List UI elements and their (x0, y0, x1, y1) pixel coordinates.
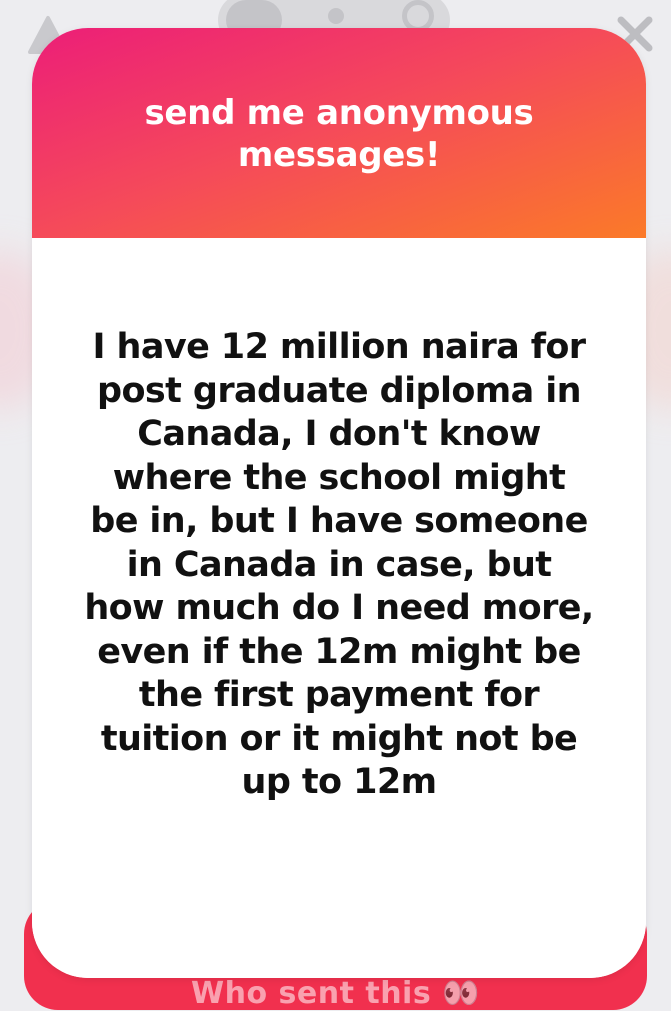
who-sent-this-label: Who sent this 👀 (191, 976, 480, 1011)
message-card: send me anonymous messages! I have 12 mi… (32, 28, 646, 978)
card-body: I have 12 million naira for post graduat… (32, 238, 646, 978)
dot-icon (328, 8, 344, 24)
message-text: I have 12 million naira for post graduat… (84, 327, 594, 802)
card-title: send me anonymous messages! (144, 93, 534, 175)
card-header: send me anonymous messages! (32, 28, 646, 238)
